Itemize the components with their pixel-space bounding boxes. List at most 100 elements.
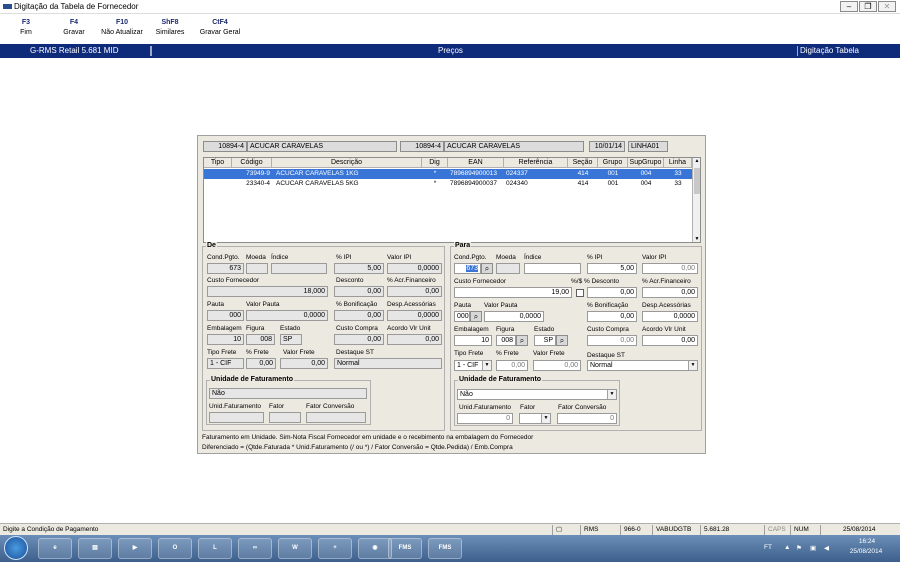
figura-search-icon[interactable]: ⌕ — [516, 335, 528, 346]
minimize-button[interactable]: – — [840, 1, 858, 12]
status-code: 966-0 — [620, 525, 650, 535]
para-embalagem-input[interactable]: 10 — [454, 335, 492, 346]
status-message: Digite a Condição de Pagamento — [3, 526, 99, 533]
chevron-down-icon[interactable]: ▼ — [607, 390, 616, 399]
chevron-down-icon[interactable]: ▼ — [688, 361, 697, 370]
para-pct-frete-input[interactable]: 0,00 — [496, 360, 528, 371]
cell-linha: 33 — [674, 180, 682, 187]
para-pauta-input[interactable]: 000 — [454, 311, 470, 322]
para-pct-ipi-input[interactable]: 5,00 — [587, 263, 637, 274]
de-figura-field: 008 — [246, 334, 275, 345]
col-ean[interactable]: EAN — [448, 158, 504, 168]
para-unid-faturamento-input[interactable]: 0 — [457, 413, 513, 424]
para-custo-fornecedor-input[interactable]: 19,00 — [454, 287, 572, 298]
scroll-up-icon[interactable]: ▲ — [693, 158, 700, 164]
cell-dig: * — [433, 180, 437, 187]
taskbar-fms-2[interactable]: FMS — [428, 538, 462, 559]
para-fator-conversao-input[interactable]: 0 — [557, 413, 617, 424]
line-code: LINHA01 — [628, 141, 668, 152]
taskbar-fms-1[interactable]: FMS — [388, 538, 422, 559]
chevron-down-icon[interactable]: ▼ — [482, 361, 491, 370]
para-moeda-input[interactable] — [496, 263, 520, 274]
flag-icon[interactable]: ⚑ — [796, 544, 802, 552]
word-icon[interactable]: W — [278, 538, 312, 559]
app-icon-cc[interactable]: ∞ — [238, 538, 272, 559]
para-acr-financeiro-input[interactable]: 0,00 — [642, 287, 698, 298]
desconto-percent-checkbox[interactable] — [576, 289, 584, 297]
para-cond-pgto-input[interactable]: 673 — [454, 263, 481, 274]
para-custo-compra-input[interactable]: 0,00 — [587, 335, 637, 346]
de-valor-pauta-field: 0,0000 — [246, 310, 328, 321]
lync-icon[interactable]: L — [198, 538, 232, 559]
col-referencia[interactable]: Referência — [504, 158, 568, 168]
products-grid[interactable]: Tipo Código Descrição Dig EAN Referência… — [203, 157, 701, 243]
table-row[interactable]: 73949-9 ACUCAR CARAVELAS 1KG * 789689490… — [204, 169, 692, 179]
start-button[interactable] — [4, 536, 28, 560]
gravar-key: F4 — [69, 19, 79, 26]
close-button[interactable]: ✕ — [878, 1, 896, 12]
restore-button[interactable]: ❐ — [859, 1, 877, 12]
para-unidade-select[interactable]: Não ▼ — [457, 389, 617, 400]
network-icon[interactable]: ▣ — [810, 544, 816, 552]
col-supgrupo[interactable]: SupGrupo — [628, 158, 664, 168]
gravar-geral-button[interactable]: CtF4 Gravar Geral — [197, 19, 243, 36]
similares-button[interactable]: ShF8 Similares — [152, 19, 188, 36]
para-moeda-label: Moeda — [496, 254, 516, 261]
para-tipo-frete-select[interactable]: 1 - CIF ▼ — [454, 360, 492, 371]
fim-button[interactable]: F3 Fim — [14, 19, 38, 36]
folder-icon[interactable]: ▤ — [78, 538, 112, 559]
para-estado-input[interactable]: SP — [534, 335, 556, 346]
col-tipo[interactable]: Tipo — [204, 158, 232, 168]
para-acordo-vlr-unit-input[interactable]: 0,00 — [642, 335, 698, 346]
browser-icon[interactable]: e — [38, 538, 72, 559]
supplier-name-2: ACUCAR CARAVELAS — [444, 141, 584, 152]
language-indicator[interactable]: FT — [764, 544, 772, 551]
table-row[interactable]: 23340-4 ACUCAR CARAVELAS 5KG * 789689490… — [204, 179, 692, 189]
para-destaque-st-select[interactable]: Normal ▼ — [587, 360, 698, 371]
tool-icon[interactable]: + — [318, 538, 352, 559]
col-dig[interactable]: Dig — [422, 158, 448, 168]
para-pct-frete-label: % Frete — [496, 350, 519, 357]
nao-atualizar-button[interactable]: F10 Não Atualizar — [97, 19, 147, 36]
col-linha[interactable]: Linha — [664, 158, 692, 168]
gravar-label: Gravar — [63, 29, 85, 36]
outlook-icon[interactable]: O — [158, 538, 192, 559]
para-desp-acessorias-input[interactable]: 0,0000 — [642, 311, 698, 322]
col-grupo[interactable]: Grupo — [598, 158, 628, 168]
col-codigo[interactable]: Código — [232, 158, 272, 168]
para-fator-select[interactable]: ▼ — [519, 413, 551, 424]
chevron-down-icon[interactable]: ▼ — [541, 414, 550, 423]
volume-icon[interactable]: ◀ — [824, 544, 829, 552]
app-icon-circle[interactable]: ◉ — [358, 538, 392, 559]
estado-search-icon[interactable]: ⌕ — [556, 335, 568, 346]
para-valor-frete-input[interactable]: 0,00 — [533, 360, 581, 371]
para-unidade-value: Não — [460, 391, 473, 398]
para-cond-pgto-label: Cond.Pgto. — [454, 254, 487, 261]
search-binoculars-icon[interactable]: ⌕ — [481, 263, 493, 274]
de-pct-frete-label: % Frete — [246, 349, 269, 356]
col-secao[interactable]: Seção — [568, 158, 598, 168]
col-descricao[interactable]: Descrição — [272, 158, 422, 168]
clock-date[interactable]: 25/08/2014 — [846, 548, 886, 555]
de-valor-frete-field: 0,00 — [280, 358, 328, 369]
de-title: De — [206, 242, 217, 249]
gravar-button[interactable]: F4 Gravar — [56, 19, 92, 36]
para-indice-input[interactable] — [524, 263, 581, 274]
para-bonificacao-input[interactable]: 0,00 — [587, 311, 637, 322]
para-valor-ipi-input[interactable]: 0,00 — [642, 263, 698, 274]
gravar-geral-label: Gravar Geral — [199, 29, 241, 36]
status-caps: CAPS — [764, 525, 790, 535]
scroll-down-icon[interactable]: ▼ — [693, 236, 700, 242]
de-valor-ipi-label: Valor IPI — [387, 254, 412, 261]
para-valor-pauta-input[interactable]: 0,0000 — [484, 311, 544, 322]
para-desconto-input[interactable]: 0,00 — [587, 287, 637, 298]
de-cond-pgto-field: 673 — [207, 263, 244, 274]
clock-time[interactable]: 16:24 — [850, 538, 884, 545]
scroll-thumb[interactable] — [694, 168, 700, 194]
pauta-search-icon[interactable]: ⌕ — [470, 311, 482, 322]
media-icon[interactable]: ▶ — [118, 538, 152, 559]
tray-arrow-icon[interactable]: ▲ — [784, 544, 790, 551]
de-indice-label: Índice — [271, 254, 289, 261]
grid-scrollbar[interactable]: ▲ ▼ — [692, 158, 700, 242]
para-figura-input[interactable]: 008 — [496, 335, 516, 346]
